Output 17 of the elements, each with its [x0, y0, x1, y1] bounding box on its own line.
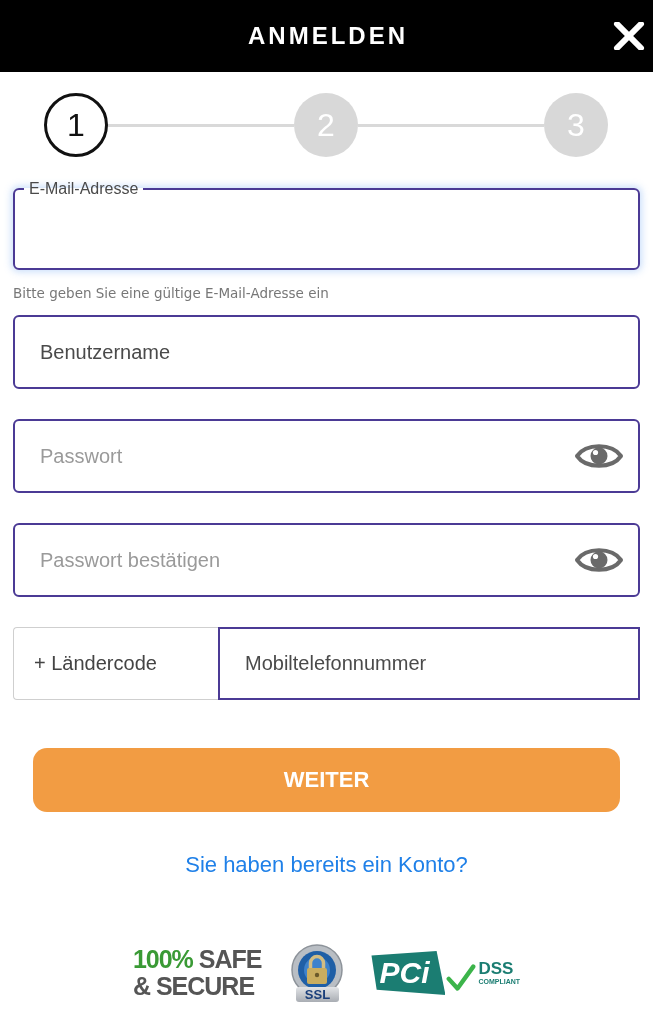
safe-secure-logo: 100% SAFE & SECURE	[132, 946, 262, 1000]
login-link[interactable]: Sie haben bereits ein Konto?	[185, 852, 468, 877]
country-code-button[interactable]: + Ländercode	[13, 627, 218, 700]
check-icon	[446, 964, 477, 992]
step-indicator: 1	[44, 93, 108, 157]
helper-text: Bitte geben Sie eine gültige E-Mail-Adresse ein	[13, 285, 330, 301]
password-field[interactable]: Passwort	[13, 419, 640, 493]
phone-field[interactable]: Mobiltelefonnummer	[218, 627, 640, 700]
password-field[interactable]: Passwort bestätigen	[13, 523, 640, 597]
email-field[interactable]: E-Mail-Adresse	[13, 180, 640, 270]
pci-logo: PCi	[371, 951, 446, 995]
text-field[interactable]: Benutzername	[13, 315, 640, 389]
dialog-title: ANMELDEN	[247, 22, 408, 50]
ssl-label: SSL	[295, 987, 340, 1002]
close-icon[interactable]	[613, 22, 645, 50]
dss-label: DSS	[478, 960, 515, 978]
field-label: E-Mail-Adresse	[28, 180, 140, 198]
